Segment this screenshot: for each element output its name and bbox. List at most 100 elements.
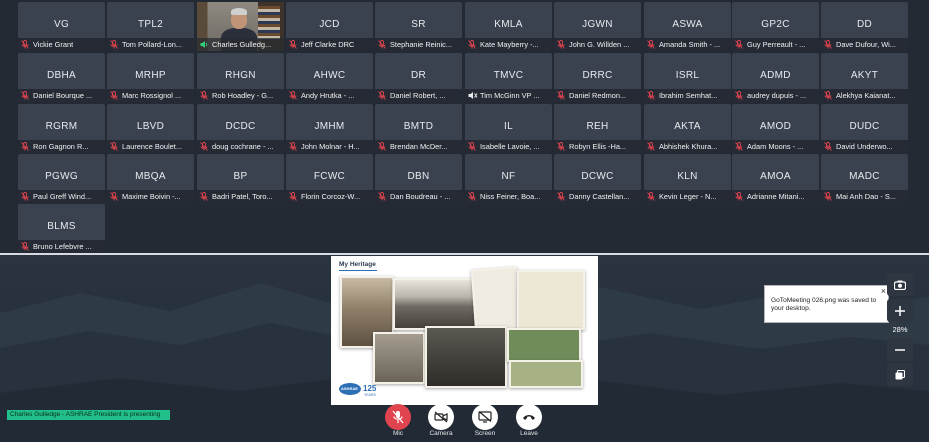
- participant-tile[interactable]: AHWC Andy Hrutka - ...: [286, 53, 373, 102]
- leave-button[interactable]: [516, 404, 542, 430]
- ashrae-125-number: 125: [363, 384, 377, 393]
- mic-off-icon: [289, 40, 297, 49]
- participant-tile[interactable]: DBN Dan Boudreau - ...: [375, 154, 462, 203]
- close-icon[interactable]: ×: [881, 287, 886, 296]
- participant-tile[interactable]: AMOA Adrianne Mitani...: [732, 154, 819, 203]
- camera-label: Camera: [429, 430, 453, 437]
- participant-tile[interactable]: ASWA Amanda Smith - ...: [644, 2, 731, 51]
- participant-tile[interactable]: RGRM Ron Gagnon R...: [18, 104, 105, 153]
- heritage-photo-certificate: [517, 270, 585, 330]
- participant-name-bar: Stephanie Reinic...: [375, 38, 462, 51]
- participant-tile[interactable]: TPL2 Tom Pollard-Lon...: [107, 2, 194, 51]
- participant-tile[interactable]: JMHM John Molnar - H...: [286, 104, 373, 153]
- participant-tile[interactable]: DD Dave Dufour, Wi...: [821, 2, 908, 51]
- ashrae-logo-text: ASHRAE: [341, 386, 358, 391]
- zoom-out-button[interactable]: [887, 338, 913, 361]
- participant-name: Amanda Smith - ...: [659, 40, 721, 49]
- participant-name: Ibrahim Semhat...: [659, 91, 718, 100]
- participant-name: Robyn Ellis -Ha...: [569, 142, 627, 151]
- mic-off-icon: [378, 40, 386, 49]
- participant-name-bar: Robyn Ellis -Ha...: [554, 140, 641, 153]
- participant-name-bar: Dan Boudreau - ...: [375, 190, 462, 203]
- participant-tile[interactable]: DRRC Daniel Redmon...: [554, 53, 641, 102]
- participant-name-bar: Niss Feiner, Boa...: [465, 190, 552, 203]
- participant-name: Paul Greff Wind...: [33, 192, 92, 201]
- participant-tile[interactable]: ISRL Ibrahim Semhat...: [644, 53, 731, 102]
- participant-name-bar: doug cochrane - ...: [197, 140, 284, 153]
- participant-tile[interactable]: LBVD Laurence Boulet...: [107, 104, 194, 153]
- participant-tile[interactable]: IL Isabelle Lavoie, ...: [465, 104, 552, 153]
- participant-tile[interactable]: GP2C Guy Perreault - ...: [732, 2, 819, 51]
- participant-initials: IL: [504, 121, 513, 132]
- participant-tile[interactable]: DCWC Danny Castellan...: [554, 154, 641, 203]
- participant-tile[interactable]: AMOD Adam Moons - ...: [732, 104, 819, 153]
- participant-name-bar: Vickie Grant: [18, 38, 105, 51]
- participant-tile[interactable]: DUDC David Underwo...: [821, 104, 908, 153]
- participant-name: Kevin Leger - N...: [659, 192, 717, 201]
- participant-tile[interactable]: AKTA Abhishek Khura...: [644, 104, 731, 153]
- participant-tile[interactable]: JGWN John G. Willden ...: [554, 2, 641, 51]
- mic-off-icon: [735, 40, 743, 49]
- participant-tile[interactable]: TMVC Tim McGinn VP ...: [465, 53, 552, 102]
- pop-out-button[interactable]: [887, 363, 913, 386]
- participant-name: Daniel Bourque ...: [33, 91, 93, 100]
- save-notification: × GoToMeeting 026.png was saved to your …: [764, 285, 889, 323]
- participant-tile[interactable]: NF Niss Feiner, Boa...: [465, 154, 552, 203]
- screenshot-button[interactable]: [887, 273, 913, 296]
- mic-off-icon: [21, 192, 29, 201]
- participant-tile[interactable]: BP Badri Patel, Toro...: [197, 154, 284, 203]
- participant-name-bar: Mai Anh Dao - S...: [821, 190, 908, 203]
- participant-tile[interactable]: SR Stephanie Reinic...: [375, 2, 462, 51]
- participant-initials: DBN: [407, 171, 430, 182]
- participant-tile[interactable]: DR Daniel Robert, ...: [375, 53, 462, 102]
- mic-off-icon: [110, 91, 118, 100]
- participant-tile[interactable]: RHGN Rob Hoadley - G...: [197, 53, 284, 102]
- participant-tile[interactable]: KMLA Kate Mayberry -...: [465, 2, 552, 51]
- mic-off-icon: [824, 91, 832, 100]
- participant-tile[interactable]: PGWG Paul Greff Wind...: [18, 154, 105, 203]
- zoom-in-button[interactable]: [887, 299, 913, 322]
- participant-name: Guy Perreault - ...: [747, 40, 806, 49]
- participant-name: doug cochrane - ...: [212, 142, 274, 151]
- participant-tile[interactable]: FCWC Florin Corcoz-W...: [286, 154, 373, 203]
- camera-button[interactable]: [428, 404, 454, 430]
- mic-off-icon: [378, 192, 386, 201]
- participant-name-bar: John G. Willden ...: [554, 38, 641, 51]
- participant-tile[interactable]: BLMS Bruno Lefebvre ...: [18, 204, 105, 253]
- participant-initials: SR: [411, 19, 426, 30]
- participant-initials: DBHA: [47, 70, 76, 81]
- participant-name-bar: Andy Hrutka - ...: [286, 89, 373, 102]
- screen-off-icon: [478, 411, 492, 423]
- participant-tile[interactable]: MADC Mai Anh Dao - S...: [821, 154, 908, 203]
- participant-tile[interactable]: REH Robyn Ellis -Ha...: [554, 104, 641, 153]
- participant-tile[interactable]: Charles Gulledg...: [197, 2, 284, 51]
- participant-initials: JCD: [319, 19, 340, 30]
- participant-tile[interactable]: JCD Jeff Clarke DRC: [286, 2, 373, 51]
- participant-tile[interactable]: KLN Kevin Leger - N...: [644, 154, 731, 203]
- participant-tile[interactable]: BMTD Brendan McDer...: [375, 104, 462, 153]
- participant-tile[interactable]: DBHA Daniel Bourque ...: [18, 53, 105, 102]
- participant-tile[interactable]: DCDC doug cochrane - ...: [197, 104, 284, 153]
- participant-tile[interactable]: MRHP Marc Rossignol ...: [107, 53, 194, 102]
- participant-initials: DUDC: [849, 121, 880, 132]
- participant-tile[interactable]: AKYT Alekhya Kaianat...: [821, 53, 908, 102]
- mic-off-icon: [468, 40, 476, 49]
- mic-off-icon: [824, 192, 832, 201]
- participant-name-bar: Adrianne Mitani...: [732, 190, 819, 203]
- participant-name-bar: Paul Greff Wind...: [18, 190, 105, 203]
- participant-name-bar: David Underwo...: [821, 140, 908, 153]
- participant-tile[interactable]: ADMD audrey dupuis - ...: [732, 53, 819, 102]
- screen-share-button[interactable]: [472, 404, 498, 430]
- mic-on-icon: [200, 40, 208, 49]
- participant-tile[interactable]: MBQA Maxime Boivin -...: [107, 154, 194, 203]
- participant-initials: TMVC: [493, 70, 524, 81]
- participant-name-bar: Abhishek Khura...: [644, 140, 731, 153]
- participant-name: Daniel Robert, ...: [390, 91, 446, 100]
- shared-screen[interactable]: My Heritage ASHRAE 125 YEARS: [331, 256, 598, 405]
- participant-initials: NF: [501, 171, 516, 182]
- participant-name: Kate Mayberry -...: [480, 40, 539, 49]
- participant-initials: DRRC: [582, 70, 613, 81]
- participant-tile[interactable]: VG Vickie Grant: [18, 2, 105, 51]
- shared-slide-title: My Heritage: [339, 261, 376, 268]
- mic-button[interactable]: [385, 404, 411, 430]
